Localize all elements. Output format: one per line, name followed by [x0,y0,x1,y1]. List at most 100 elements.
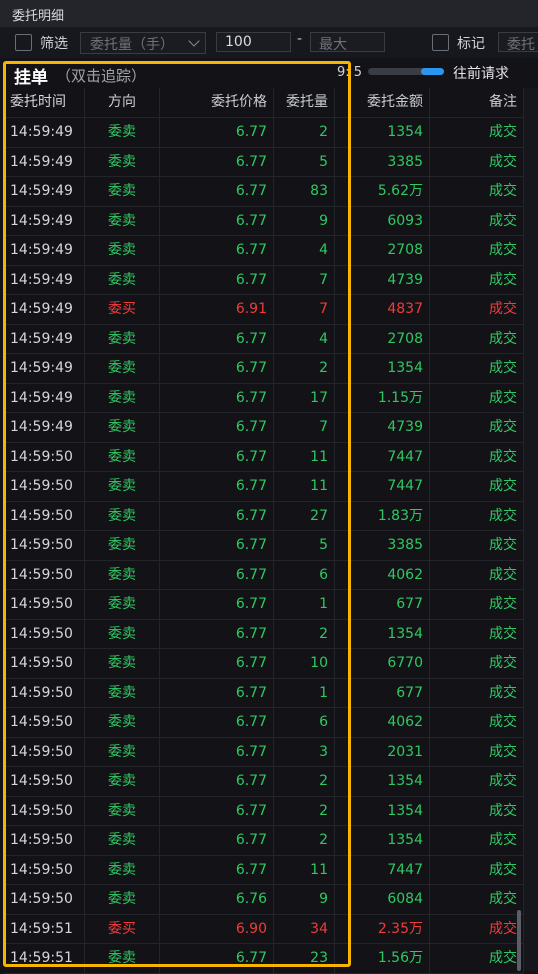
row-note: 成交 [430,826,524,855]
row-time: 14:59:50 [4,442,85,471]
mark-label: 标记 [457,36,485,52]
truncated-select[interactable]: 委托 [498,32,538,53]
time-slider[interactable] [368,68,444,75]
row-quantity: 5 [274,147,335,176]
table-row[interactable]: 14:59:49 委卖 6.77 2 1354 成交 [4,354,524,384]
row-amount: 1354 [335,118,430,147]
row-amount: 7447 [335,472,430,501]
time-label: 9: 5 [337,65,363,80]
row-amount: 1354 [335,354,430,383]
row-note: 成交 [430,177,524,206]
volume-unit-select[interactable]: 委托量（手） [80,32,206,54]
row-amount: 2708 [335,324,430,353]
table-row[interactable]: 14:59:50 委卖 6.77 1 677 成交 [4,590,524,620]
table-row[interactable]: 14:59:50 委卖 6.77 6 4062 成交 [4,560,524,590]
row-price: 6.77 [160,177,274,206]
row-quantity: 9 [274,206,335,235]
row-note: 成交 [430,472,524,501]
table-row[interactable]: 14:59:50 委卖 6.77 5 3385 成交 [4,531,524,561]
row-direction: 委卖 [85,177,160,206]
row-quantity: 2 [274,826,335,855]
row-amount: 2708 [335,236,430,265]
row-quantity: 3 [274,737,335,766]
table-row[interactable]: 14:59:49 委卖 6.77 5 3385 成交 [4,147,524,177]
table-row[interactable]: 14:59:50 委卖 6.77 27 1.83万 成交 [4,501,524,531]
row-price: 6.91 [160,295,274,324]
table-row[interactable]: 14:59:50 委卖 6.77 3 2031 成交 [4,737,524,767]
table-row[interactable]: 14:59:49 委卖 6.77 17 1.15万 成交 [4,383,524,413]
row-amount: 1.15万 [335,383,430,412]
col-header-quantity[interactable]: 委托量 [274,88,335,117]
row-direction: 委买 [85,914,160,943]
table-row[interactable]: 14:59:50 委卖 6.77 11 7447 成交 [4,442,524,472]
row-direction: 委卖 [85,147,160,176]
table-row[interactable]: 14:59:50 委卖 6.77 11 7447 成交 [4,472,524,502]
row-price: 6.77 [160,236,274,265]
table-row[interactable]: 14:59:50 委卖 6.77 11 7447 成交 [4,855,524,885]
row-note: 成交 [430,383,524,412]
filter-checkbox[interactable] [15,34,32,51]
table-row[interactable]: 14:59:50 委卖 6.77 2 1354 成交 [4,826,524,856]
col-header-price[interactable]: 委托价格 [160,88,274,117]
row-direction: 委卖 [85,767,160,796]
max-volume-input[interactable]: 最大 [310,32,385,53]
row-note: 成交 [430,265,524,294]
row-amount: 3385 [335,147,430,176]
row-price: 6.77 [160,354,274,383]
order-table: 委托时间 方向 委托价格 委托量 委托金额 备注 14:59:49 委卖 6.77 2… [4,88,524,974]
table-row[interactable]: 14:59:50 委卖 6.77 1 677 成交 [4,678,524,708]
row-note: 成交 [430,767,524,796]
row-price: 6.77 [160,737,274,766]
col-header-note[interactable]: 备注 [430,88,524,117]
row-note: 成交 [430,324,524,353]
row-time: 14:59:49 [4,413,85,442]
row-amount: 677 [335,678,430,707]
col-header-direction[interactable]: 方向 [85,88,160,117]
table-row[interactable]: 14:59:51 委买 6.90 34 2.35万 成交 [4,914,524,944]
row-price: 6.77 [160,678,274,707]
row-quantity: 1 [274,678,335,707]
table-row[interactable]: 14:59:49 委卖 6.77 2 1354 成交 [4,118,524,148]
row-note: 成交 [430,649,524,678]
row-note: 成交 [430,118,524,147]
row-note: 成交 [430,590,524,619]
table-row[interactable]: 14:59:50 委卖 6.76 9 6084 成交 [4,885,524,915]
row-time: 14:59:50 [4,737,85,766]
table-row[interactable]: 14:59:50 委卖 6.77 6 4062 成交 [4,708,524,738]
row-direction: 委买 [85,295,160,324]
prev-request-button[interactable]: 往前请求 [453,63,509,83]
row-time: 14:59:50 [4,649,85,678]
row-time: 14:59:49 [4,383,85,412]
row-quantity: 34 [274,914,335,943]
table-row[interactable]: 14:59:50 委卖 6.77 2 1354 成交 [4,796,524,826]
filter-bar: 筛选 委托量（手） 100 - 最大 标记 委托 [0,27,538,58]
table-row[interactable]: 14:59:49 委卖 6.77 7 4739 成交 [4,413,524,443]
row-note: 成交 [430,944,524,973]
row-note: 成交 [430,885,524,914]
row-price: 6.77 [160,531,274,560]
table-row[interactable]: 14:59:50 委卖 6.77 10 6770 成交 [4,649,524,679]
row-direction: 委卖 [85,826,160,855]
time-slider-handle[interactable] [421,68,444,75]
row-quantity: 11 [274,855,335,884]
scrollbar-thumb[interactable] [517,910,521,971]
window-title: 委托明细 [12,9,65,24]
row-time: 14:59:49 [4,324,85,353]
table-row[interactable]: 14:59:49 委卖 6.77 4 2708 成交 [4,236,524,266]
table-row[interactable]: 14:59:49 委卖 6.77 9 6093 成交 [4,206,524,236]
row-amount: 2031 [335,737,430,766]
mark-checkbox[interactable] [432,34,449,51]
table-row[interactable]: 14:59:50 委卖 6.77 2 1354 成交 [4,619,524,649]
row-quantity: 2 [274,796,335,825]
col-header-amount[interactable]: 委托金额 [335,88,430,117]
table-row[interactable]: 14:59:50 委卖 6.77 2 1354 成交 [4,767,524,797]
table-row[interactable]: 14:59:49 委卖 6.77 7 4739 成交 [4,265,524,295]
table-row[interactable]: 14:59:51 委卖 6.77 23 1.56万 成交 [4,944,524,974]
min-volume-input[interactable]: 100 [216,32,291,52]
row-quantity: 7 [274,265,335,294]
table-row[interactable]: 14:59:49 委卖 6.77 83 5.62万 成交 [4,177,524,207]
table-row[interactable]: 14:59:49 委卖 6.77 4 2708 成交 [4,324,524,354]
col-header-time[interactable]: 委托时间 [4,88,85,117]
table-row[interactable]: 14:59:49 委买 6.91 7 4837 成交 [4,295,524,325]
row-time: 14:59:49 [4,354,85,383]
